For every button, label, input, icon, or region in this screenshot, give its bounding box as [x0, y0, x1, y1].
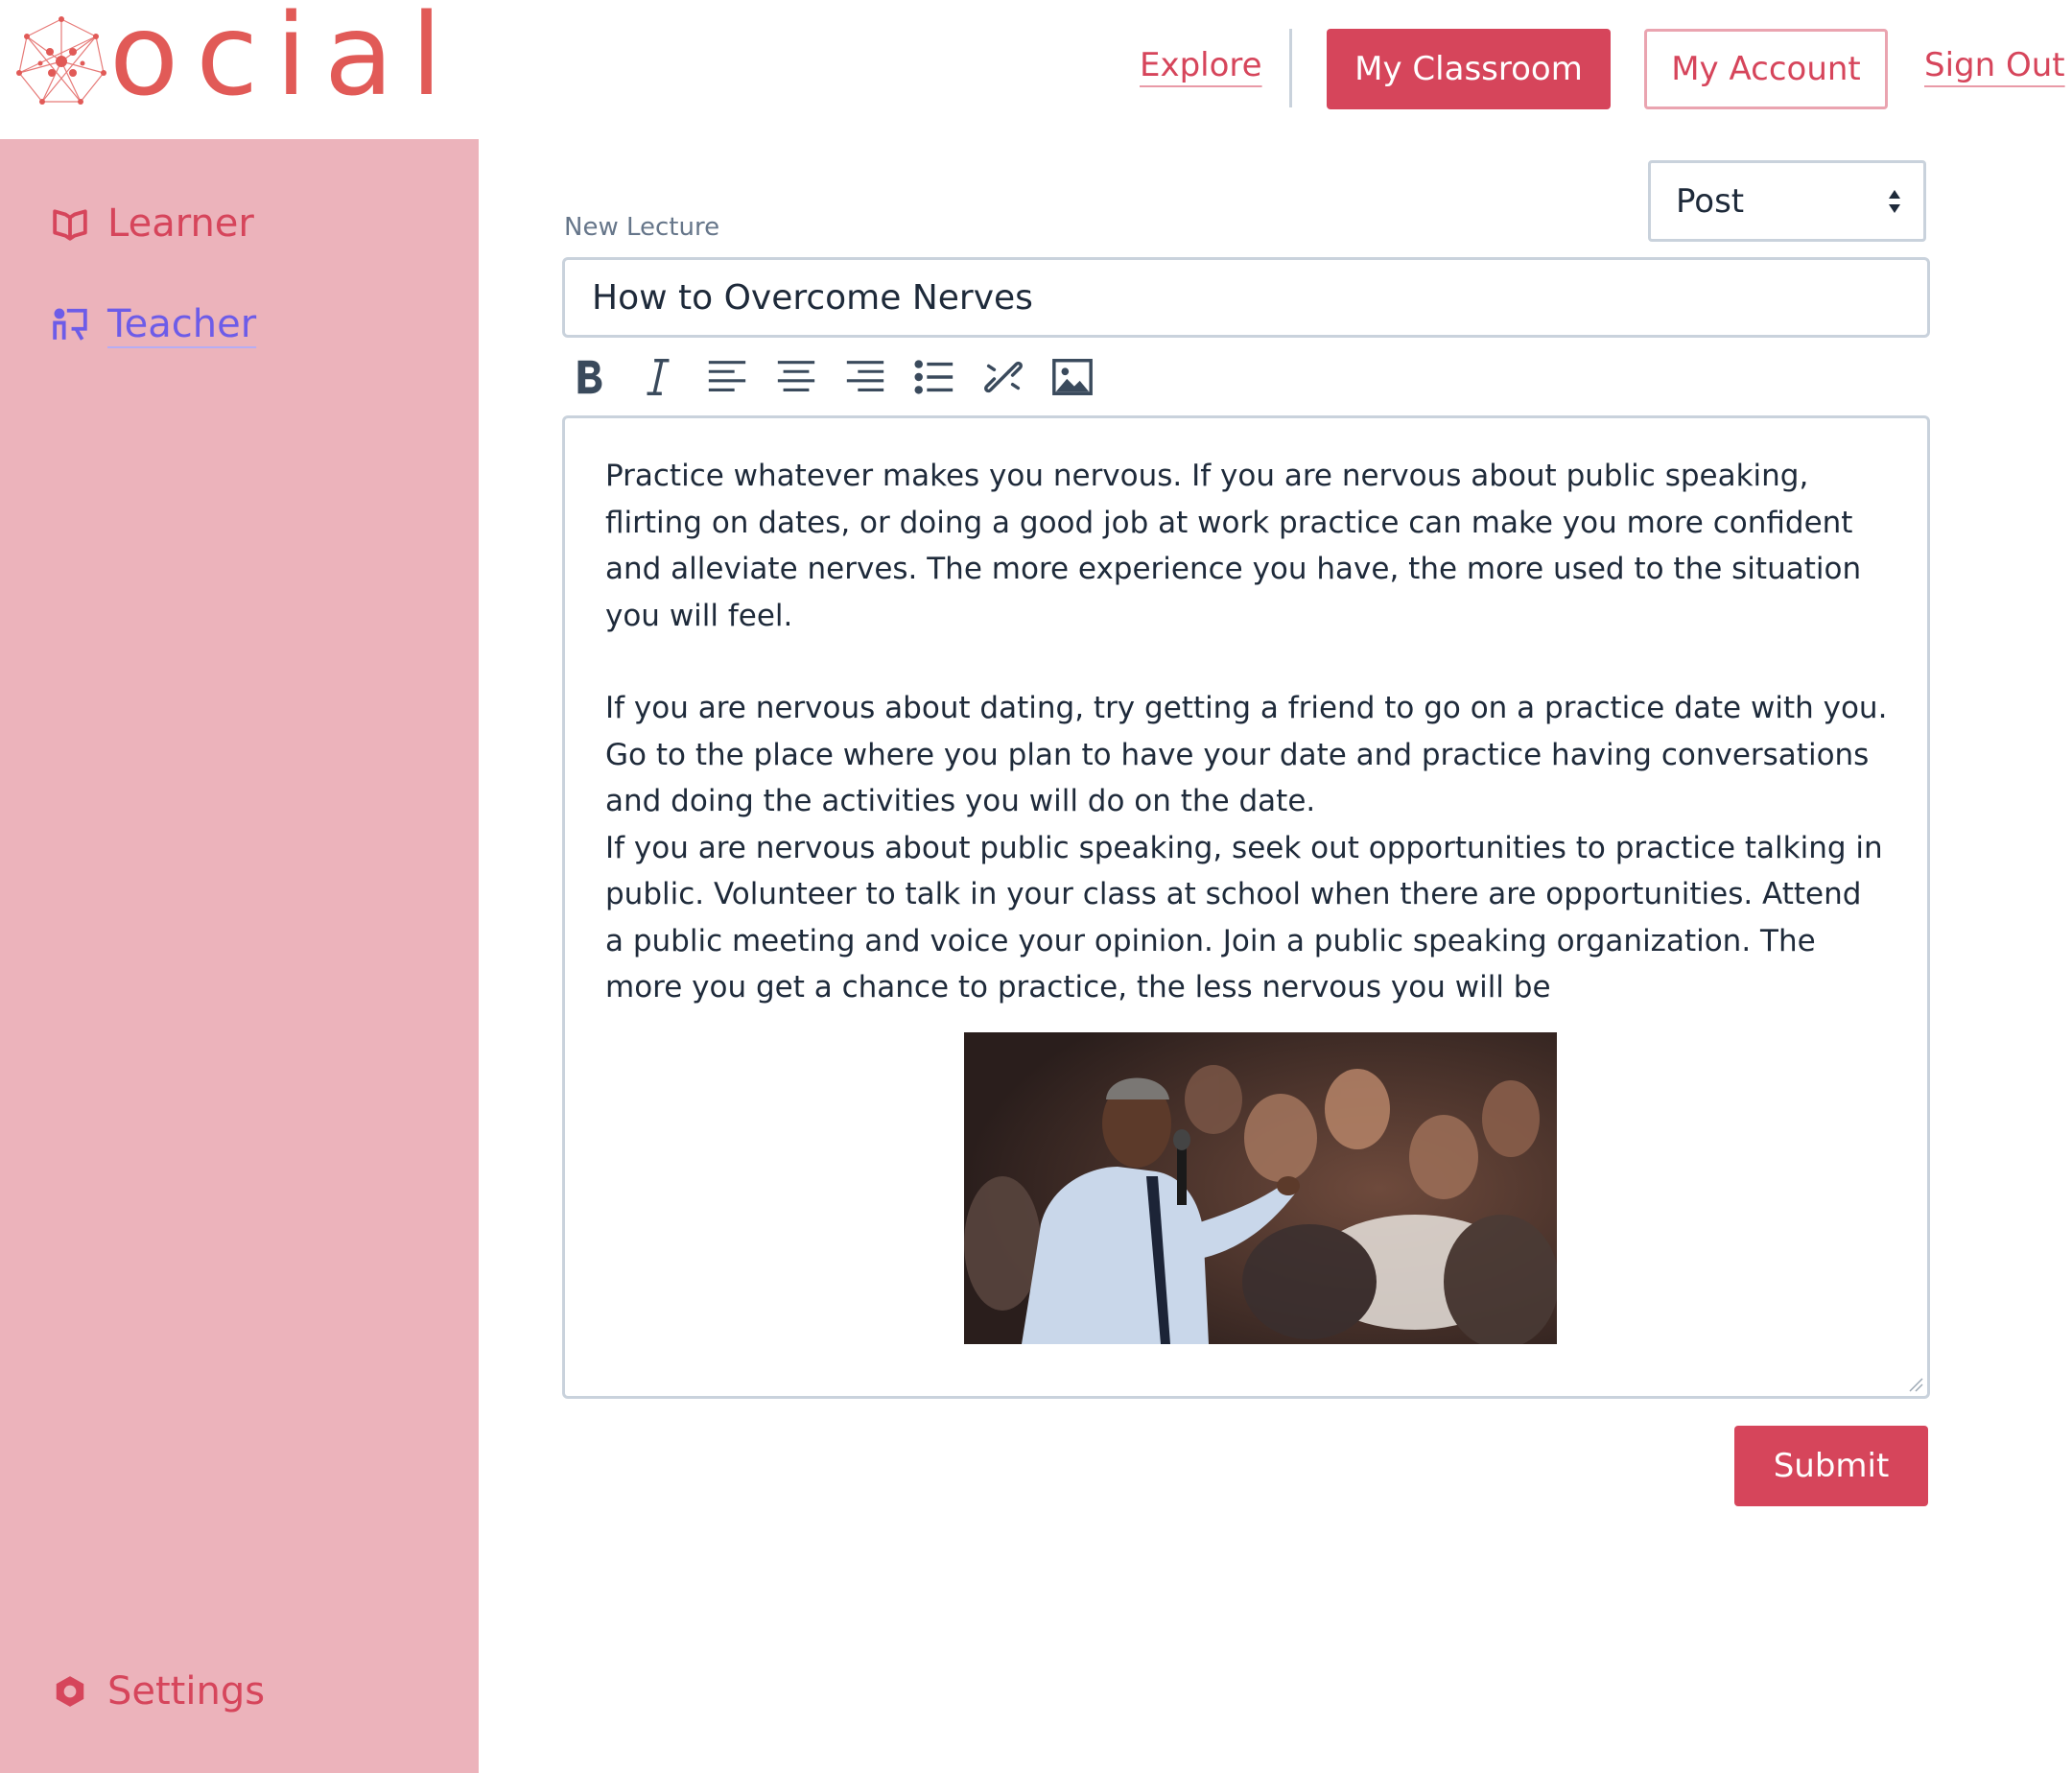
submit-button[interactable]: Submit	[1734, 1426, 1928, 1506]
lecture-embedded-photo[interactable]	[964, 1032, 1557, 1344]
align-center-button[interactable]	[771, 352, 821, 402]
sidebar-item-label: Settings	[107, 1669, 266, 1714]
align-right-icon	[846, 361, 884, 391]
align-center-icon	[777, 361, 815, 391]
unlink-icon	[984, 361, 1023, 393]
bulleted-list-button[interactable]	[909, 352, 959, 402]
align-left-icon	[708, 361, 746, 391]
network-logo-icon	[16, 16, 106, 105]
lecture-body-editor[interactable]: Practice whatever makes you nervous. If …	[562, 415, 1930, 1399]
new-lecture-label: New Lecture	[564, 213, 720, 242]
sidebar-item-teacher[interactable]: Teacher	[52, 302, 256, 346]
align-right-button[interactable]	[840, 352, 890, 402]
select-arrows-icon	[1889, 190, 1900, 213]
sidebar	[0, 139, 479, 1773]
book-open-icon	[53, 209, 87, 241]
sidebar-item-settings[interactable]: Settings	[52, 1669, 265, 1714]
editor-paragraph: Practice whatever makes you nervous. If …	[605, 459, 1862, 633]
bulleted-list-icon	[914, 360, 954, 394]
editor-paragraph: If you are nervous about dating, try get…	[605, 691, 1888, 818]
italic-icon	[647, 359, 670, 395]
my-classroom-button[interactable]: My Classroom	[1327, 29, 1611, 109]
brand-logo[interactable]: ocial	[10, 0, 480, 117]
unlink-button[interactable]	[978, 352, 1028, 402]
image-icon	[1052, 359, 1093, 395]
bold-button[interactable]	[564, 352, 614, 402]
sidebar-item-learner[interactable]: Learner	[52, 201, 254, 246]
post-type-select[interactable]: Post	[1648, 160, 1926, 242]
sidebar-item-label: Teacher	[107, 302, 257, 346]
lecture-title-input[interactable]	[562, 257, 1930, 338]
teacher-board-icon	[53, 308, 87, 341]
nav-divider	[1289, 29, 1292, 107]
sign-out-link[interactable]: Sign Out	[1924, 46, 2065, 84]
editor-paragraph: If you are nervous about public speaking…	[605, 830, 1883, 1005]
gear-icon	[56, 1676, 84, 1707]
bold-icon	[577, 360, 602, 394]
editor-toolbar	[564, 352, 1117, 402]
align-left-button[interactable]	[702, 352, 752, 402]
insert-image-button[interactable]	[1048, 352, 1097, 402]
resize-handle-icon[interactable]	[1904, 1373, 1923, 1392]
brand-wordmark: ocial	[109, 0, 459, 121]
italic-button[interactable]	[633, 352, 683, 402]
my-account-button[interactable]: My Account	[1644, 29, 1888, 109]
sidebar-item-label: Learner	[107, 201, 254, 246]
nav-explore-link[interactable]: Explore	[1140, 46, 1262, 84]
post-type-value: Post	[1676, 181, 1745, 221]
